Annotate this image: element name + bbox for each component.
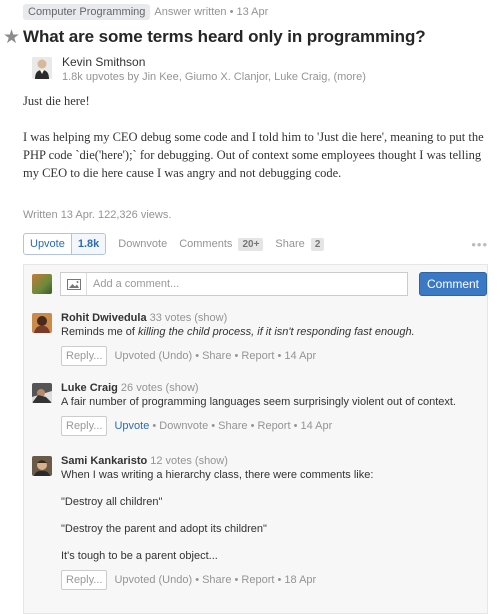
more-options-icon[interactable]: ••• bbox=[471, 237, 488, 252]
star-icon[interactable]: ★ bbox=[3, 28, 23, 47]
upvote-label: Upvote bbox=[30, 238, 65, 250]
answer-paragraph-1: Just die here! bbox=[23, 94, 90, 108]
comment-text-plain: Reminds me of bbox=[61, 326, 139, 338]
comment-votes[interactable]: 12 votes (show) bbox=[150, 455, 228, 467]
answer-written-meta: Answer written • 13 Apr bbox=[154, 6, 269, 18]
comment-actions: Reply... Upvote • Downvote • Share • Rep… bbox=[61, 416, 456, 436]
comment-text: Reminds me of killing the child process,… bbox=[61, 325, 415, 339]
comment-votes[interactable]: 33 votes (show) bbox=[150, 312, 228, 324]
commenter-avatar[interactable] bbox=[32, 383, 52, 403]
topic-tag[interactable]: Computer Programming bbox=[23, 4, 151, 20]
current-user-avatar bbox=[32, 274, 52, 294]
author-upvoters[interactable]: 1.8k upvotes by Jin Kee, Giumo X. Clanjo… bbox=[62, 70, 366, 84]
comment-action-links[interactable]: • Downvote • Share • Report • 14 Apr bbox=[149, 420, 332, 432]
share-button[interactable]: Share 2 bbox=[275, 238, 325, 251]
author-block: Kevin Smithson 1.8k upvotes by Jin Kee, … bbox=[32, 55, 366, 84]
comment-paragraph: "Destroy all children" bbox=[61, 496, 163, 508]
image-icon[interactable] bbox=[61, 273, 87, 295]
comments-panel: Comment Rohit Dwivedula 33 votes (show) … bbox=[23, 264, 488, 614]
commenter-name[interactable]: Sami Kankaristo bbox=[61, 455, 147, 467]
comment-actions: Reply... Upvoted (Undo) • Share • Report… bbox=[61, 570, 373, 590]
commenter-name[interactable]: Luke Craig bbox=[61, 382, 118, 394]
comment-text: A fair number of programming languages s… bbox=[61, 396, 456, 408]
comment-composer: Comment bbox=[32, 272, 488, 296]
answer-paragraph-2: I was helping my CEO debug some code and… bbox=[23, 130, 484, 180]
written-meta: Written 13 Apr. 122,326 views. bbox=[23, 209, 172, 221]
comment-input[interactable] bbox=[87, 278, 387, 290]
comment-actions: Reply... Upvoted (Undo) • Share • Report… bbox=[61, 346, 415, 366]
question-row: ★ What are some terms heard only in prog… bbox=[3, 27, 426, 47]
comment-item: Rohit Dwivedula 33 votes (show) Reminds … bbox=[32, 311, 482, 366]
comment-text: When I was writing a hierarchy class, th… bbox=[61, 469, 374, 481]
reply-button[interactable]: Reply... bbox=[61, 346, 108, 366]
comment-paragraph: "Destroy the parent and adopt its childr… bbox=[61, 523, 267, 535]
share-label: Share bbox=[275, 238, 305, 250]
answer-action-bar: Upvote 1.8k Downvote Comments 20+ Share … bbox=[23, 233, 488, 255]
upvote-link[interactable]: Upvote bbox=[114, 420, 149, 432]
comments-label: Comments bbox=[179, 238, 233, 250]
commenter-avatar[interactable] bbox=[32, 456, 52, 476]
comment-action-links[interactable]: Upvoted (Undo) • Share • Report • 14 Apr bbox=[114, 350, 316, 362]
comment-item: Luke Craig 26 votes (show) A fair number… bbox=[32, 381, 482, 436]
upvote-button[interactable]: Upvote 1.8k bbox=[23, 233, 107, 255]
downvote-button[interactable]: Downvote bbox=[118, 238, 167, 250]
comment-action-links[interactable]: Upvoted (Undo) • Share • Report • 18 Apr bbox=[114, 574, 316, 586]
comments-count: 20+ bbox=[238, 238, 264, 251]
upvote-count: 1.8k bbox=[70, 234, 106, 254]
author-name[interactable]: Kevin Smithson bbox=[62, 55, 366, 69]
comment-paragraph: It's tough to be a parent object... bbox=[61, 550, 218, 562]
commenter-name[interactable]: Rohit Dwivedula bbox=[61, 312, 147, 324]
commenter-avatar[interactable] bbox=[32, 313, 52, 333]
answer-meta: Computer Programming Answer written • 13… bbox=[23, 4, 268, 20]
comment-text-emphasis: killing the child process, if it isn't r… bbox=[138, 326, 415, 338]
comment-submit-button[interactable]: Comment bbox=[419, 272, 488, 296]
question-title[interactable]: What are some terms heard only in progra… bbox=[23, 27, 426, 47]
share-count: 2 bbox=[310, 238, 325, 251]
comment-input-box[interactable] bbox=[60, 272, 408, 296]
author-avatar[interactable] bbox=[32, 57, 52, 79]
comment-votes[interactable]: 26 votes (show) bbox=[121, 382, 199, 394]
reply-button[interactable]: Reply... bbox=[61, 570, 108, 590]
comments-button[interactable]: Comments 20+ bbox=[179, 238, 264, 251]
reply-button[interactable]: Reply... bbox=[61, 416, 108, 436]
comment-item: Sami Kankaristo 12 votes (show) When I w… bbox=[32, 454, 482, 590]
